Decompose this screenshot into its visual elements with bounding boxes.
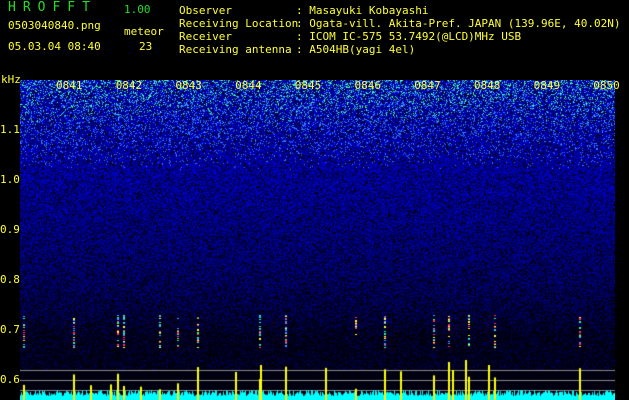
antenna-label: Receiving antenna (179, 43, 292, 56)
time-label: 0849 (533, 79, 561, 92)
observer-value: : Masayuki Kobayashi (296, 4, 429, 17)
meteor-label: meteor (124, 25, 164, 38)
frequency-label: 1.0 (0, 173, 20, 186)
frequency-label: 0.6 (0, 373, 20, 386)
time-label: 0847 (414, 79, 441, 92)
location-label: Receiving Location (179, 17, 299, 30)
spectrogram (20, 80, 615, 400)
time-label: 0844 (235, 79, 262, 92)
file-datetime: 05.03.04 08:40 (8, 40, 101, 53)
time-label: 0848 (473, 79, 501, 92)
app-version: 1.00 (124, 3, 151, 16)
antenna-value: : A504HB(yagi 4el) (296, 43, 416, 56)
frequency-label: 0.7 (0, 323, 20, 336)
time-label: 0850 (593, 79, 620, 92)
time-label: 0846 (354, 79, 382, 92)
time-label: 0843 (175, 79, 202, 92)
receiver-label: Receiver (179, 30, 232, 43)
observer-label: Observer (179, 4, 232, 17)
time-label: 0841 (56, 79, 83, 92)
frequency-label: 0.8 (0, 273, 20, 286)
file-name: 0503040840.png (8, 19, 101, 32)
time-label: 0842 (115, 79, 143, 92)
frequency-unit: kHz (1, 73, 21, 86)
receiver-value: : ICOM IC-575 53.7492(@LCD)MHz USB (296, 30, 522, 43)
app-logo: HROFFT (8, 0, 97, 15)
location-value: : Ogata-vill. Akita-Pref. JAPAN (139.96E… (296, 17, 621, 30)
meteor-count: 23 (139, 40, 153, 53)
frequency-label: 0.9 (0, 223, 20, 236)
frequency-label: 1.1 (0, 123, 20, 136)
time-label: 0845 (294, 79, 322, 92)
